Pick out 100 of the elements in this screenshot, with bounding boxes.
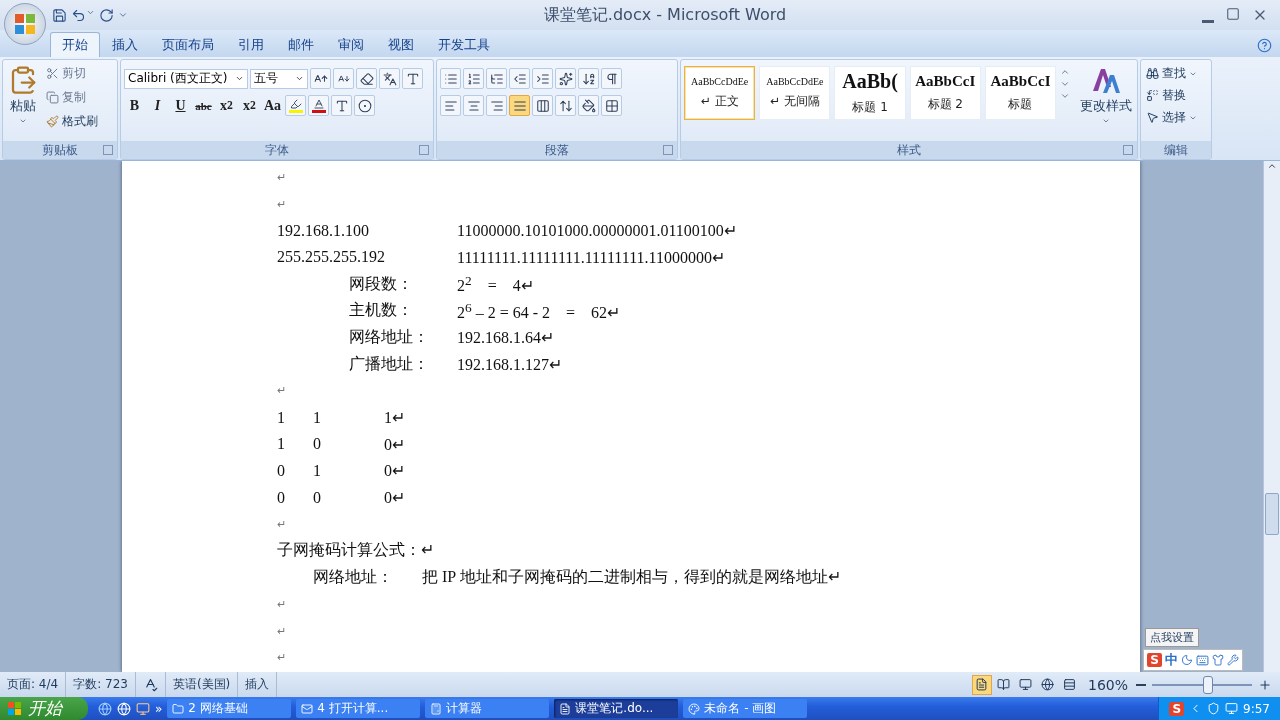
ribbon-tab[interactable]: 开始 (50, 32, 100, 57)
format-button[interactable]: I (147, 95, 168, 116)
shrink-font-button[interactable] (333, 68, 354, 89)
font-color-button[interactable] (308, 95, 329, 116)
style-gallery-item[interactable]: AaBbCcDdEe ↵ 无间隔 (759, 66, 831, 120)
bullets-button[interactable] (440, 68, 461, 89)
start-button[interactable]: 开始 (0, 697, 88, 720)
taskbar-button[interactable]: 4 打开计算... (296, 699, 421, 718)
highlight-button[interactable] (285, 95, 306, 116)
style-gallery-item[interactable]: AaBb( 标题 1 (834, 66, 906, 120)
paste-button[interactable]: 粘贴 (6, 63, 40, 141)
ribbon-tab[interactable]: 插入 (100, 32, 150, 57)
document-text: 192.168.1.64↵ (457, 327, 554, 347)
ribbon-tab[interactable]: 引用 (226, 32, 276, 57)
zoom-out-button[interactable] (1136, 683, 1146, 686)
align-left-icon (443, 98, 458, 113)
zoom-in-button[interactable] (1258, 677, 1272, 692)
group-label: 编辑 (1164, 141, 1188, 159)
style-gallery-item[interactable]: AaBbCcI 标题 2 (909, 66, 981, 120)
replace-button[interactable]: 替换 (1144, 85, 1199, 106)
format-painter-button[interactable]: 格式刷 (44, 111, 100, 132)
input-mode-button[interactable]: 中 (1165, 651, 1178, 669)
multilevel-list-icon (489, 71, 504, 86)
redo-button[interactable] (99, 7, 114, 23)
ribbon-tab[interactable]: 审阅 (326, 32, 376, 57)
vertical-scrollbar[interactable] (1263, 161, 1280, 672)
clear-format-button[interactable] (356, 68, 377, 89)
globe-icon (117, 701, 131, 716)
alignment-button[interactable] (440, 95, 461, 116)
help-button[interactable] (1257, 38, 1272, 53)
ime-tray-icon[interactable]: S (1169, 701, 1185, 716)
view-icon (1063, 678, 1077, 691)
taskbar-button[interactable]: 课堂笔记.do... (554, 699, 679, 718)
browser-launch-icon[interactable] (98, 701, 112, 716)
font-name-field[interactable]: Calibri (西文正文) (124, 68, 248, 89)
document-text: 1 (277, 435, 286, 454)
format-button[interactable]: U (170, 95, 191, 116)
ribbon-tab[interactable]: 邮件 (276, 32, 326, 57)
document-text: 0 (277, 461, 286, 480)
numbering-button[interactable] (463, 68, 484, 89)
ribbon-tab[interactable]: 页面布局 (150, 32, 226, 57)
replace-icon (1146, 89, 1159, 102)
sort-button[interactable] (578, 68, 599, 89)
borders-button[interactable] (601, 95, 622, 116)
group-label: 剪贴板 (42, 141, 78, 159)
document-text: 子网掩码计算公式：↵ (277, 540, 434, 561)
phonetic-icon (382, 71, 397, 86)
change-styles-button[interactable]: 更改样式 (1077, 63, 1134, 141)
zoom-slider-thumb[interactable] (1203, 675, 1213, 694)
format-button[interactable]: B (124, 95, 145, 116)
view-button[interactable] (971, 674, 992, 695)
show-marks-button[interactable] (601, 68, 622, 89)
character-shading-button[interactable] (331, 95, 352, 116)
alignment-button[interactable] (463, 95, 484, 116)
copy-button[interactable]: 复制 (44, 87, 100, 108)
chinese-layout-button[interactable] (555, 68, 576, 89)
document-text: 2$^{6}$ – 2 = 64 - 2 = 62↵ (457, 299, 621, 322)
style-gallery-item[interactable]: AaBbCcI 标题 (984, 66, 1057, 120)
group-label: 字体 (265, 141, 289, 159)
grow-font-button[interactable] (310, 68, 331, 89)
format-button[interactable]: abc (193, 95, 214, 116)
enclose-characters-button[interactable] (354, 95, 375, 116)
desktop-launch-icon[interactable] (136, 701, 150, 716)
document-text: 网段数： (349, 273, 414, 294)
document-text: 网络地址： (313, 567, 394, 588)
more-icon (1060, 91, 1071, 101)
customize-toolbar-button[interactable] (118, 10, 128, 20)
ribbon-tab[interactable]: 视图 (376, 32, 426, 57)
document-text: 255.255.255.192 (277, 248, 386, 267)
office-button[interactable] (4, 3, 46, 45)
document-text: 1 (313, 461, 322, 480)
align-right-icon (489, 98, 504, 113)
shading-button[interactable] (578, 95, 599, 116)
cut-button[interactable]: 剪切 (44, 63, 100, 84)
align-center-icon (466, 98, 481, 113)
character-border-button[interactable] (402, 68, 423, 89)
more-launchers-button[interactable]: » (155, 701, 163, 716)
style-gallery-item[interactable]: AaBbCcDdEe ↵ 正文 (684, 66, 756, 120)
ribbon-tab[interactable]: 开发工具 (426, 32, 502, 57)
alignment-button[interactable] (486, 95, 507, 116)
phonetic-guide-button[interactable] (379, 68, 400, 89)
format-button[interactable]: Aa (262, 95, 283, 116)
font-size-field[interactable]: 五号 (250, 68, 308, 89)
alignment-button[interactable] (532, 95, 553, 116)
find-button[interactable]: 查找 (1144, 63, 1199, 84)
decrease-indent-button[interactable] (509, 68, 530, 89)
multilevel-list-button[interactable] (486, 68, 507, 89)
wrench-icon (1227, 654, 1239, 666)
paragraph-mark: ↵ (277, 384, 286, 398)
restore-button[interactable] (1226, 7, 1240, 23)
taskbar-button[interactable]: 计算器 (425, 699, 550, 718)
line-spacing-button[interactable] (555, 95, 576, 116)
select-button[interactable]: 选择 (1144, 107, 1199, 128)
taskbar-button[interactable]: 2 网络基础 (167, 699, 292, 718)
caret-icon (118, 10, 128, 20)
taskbar-button[interactable]: 未命名 - 画图 (683, 699, 808, 718)
scroll-thumb[interactable] (1265, 493, 1279, 535)
paint-bucket-icon (581, 98, 596, 113)
save-button[interactable] (52, 7, 67, 23)
undo-button[interactable] (71, 7, 95, 23)
